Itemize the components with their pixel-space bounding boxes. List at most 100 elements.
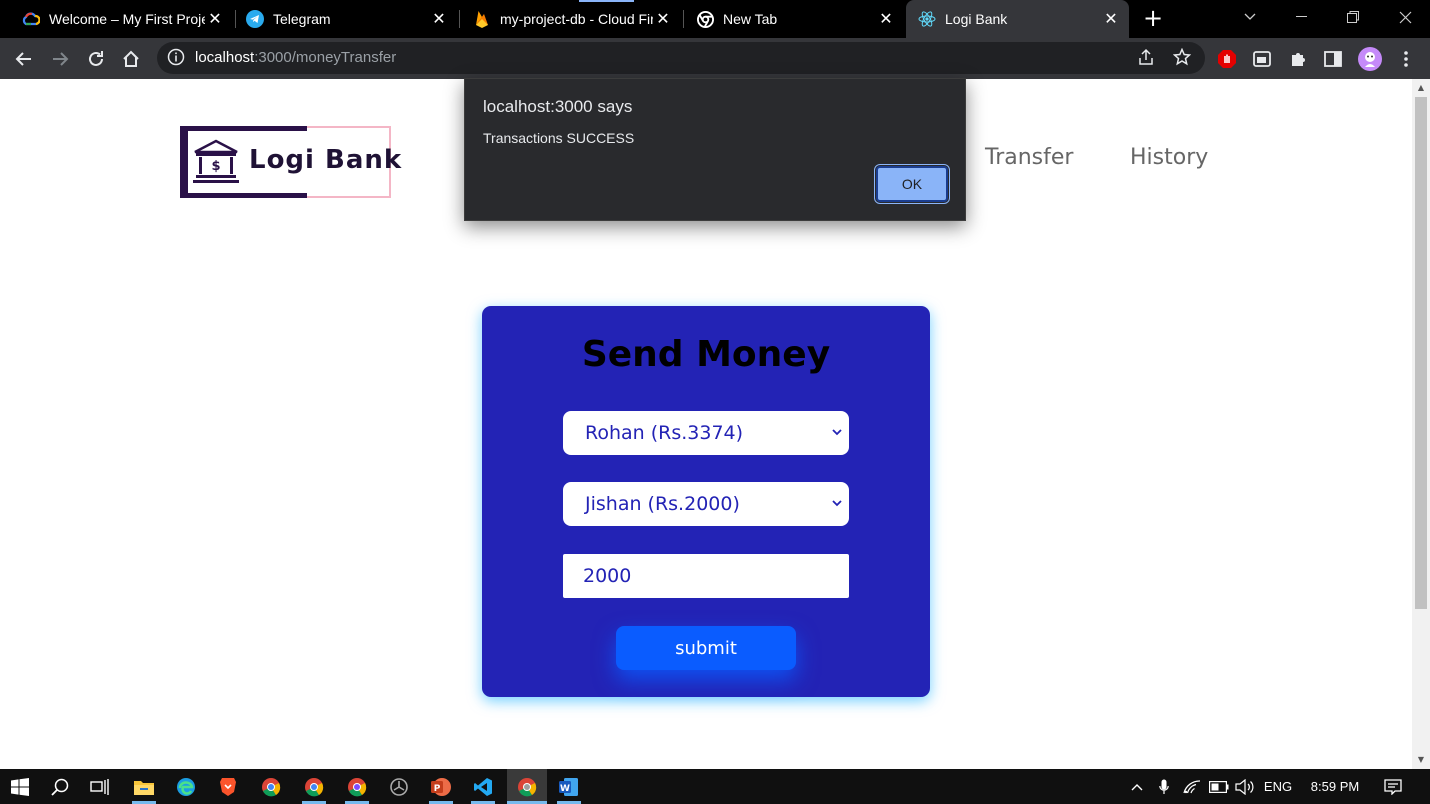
taskbar-powerpoint[interactable]: P [421, 769, 461, 804]
back-button[interactable] [11, 46, 37, 72]
amount-input[interactable]: 2000 [563, 554, 849, 598]
language-indicator[interactable]: ENG [1260, 769, 1296, 804]
extension-tab-button[interactable] [1249, 46, 1275, 72]
taskbar-chrome-active[interactable] [507, 769, 547, 804]
tab-new-tab[interactable]: New Tab ✕ [674, 0, 904, 38]
submit-button[interactable]: submit [616, 626, 796, 670]
clock[interactable]: 8:59 PM [1302, 769, 1368, 804]
bank-logo[interactable]: $ Logi Bank [180, 126, 401, 198]
reload-button[interactable] [83, 46, 109, 72]
close-icon[interactable]: ✕ [429, 9, 449, 29]
kebab-menu-icon [1404, 51, 1408, 67]
forward-button[interactable] [47, 46, 73, 72]
url-text: localhost:3000/moneyTransfer [195, 49, 396, 66]
show-hidden-icons-button[interactable] [1126, 769, 1148, 804]
taskbar-chrome-3[interactable] [337, 769, 377, 804]
logo-line [182, 126, 307, 131]
battery-button[interactable] [1207, 769, 1231, 804]
close-icon[interactable]: ✕ [205, 9, 225, 29]
scroll-down-arrow[interactable]: ▼ [1416, 755, 1426, 764]
google-cloud-icon [22, 10, 40, 28]
page-scrollbar[interactable]: ▲ ▼ [1412, 79, 1430, 769]
browser-toolbar: localhost:3000/moneyTransfer [0, 38, 1430, 79]
minimize-button[interactable] [1276, 0, 1326, 34]
logo-text: Logi Bank [249, 145, 403, 175]
bookmark-star-icon[interactable] [1172, 47, 1192, 70]
arrow-right-icon [53, 52, 69, 66]
taskbar-brave[interactable] [208, 769, 248, 804]
tab-title: New Tab [723, 11, 778, 27]
close-icon[interactable]: ✕ [653, 9, 673, 29]
info-icon[interactable] [167, 48, 185, 70]
chevron-up-icon [1131, 783, 1143, 790]
taskbar-edge[interactable] [166, 769, 206, 804]
tab-title: Logi Bank [945, 11, 1008, 27]
profile-button[interactable] [1357, 46, 1383, 72]
close-icon [1399, 11, 1411, 23]
extensions-button[interactable] [1285, 46, 1311, 72]
scroll-thumb[interactable] [1415, 97, 1427, 609]
reload-icon [89, 51, 103, 66]
microphone-icon [1159, 779, 1169, 794]
wifi-button[interactable] [1180, 769, 1204, 804]
home-icon [123, 50, 139, 67]
url-host: localhost [195, 49, 255, 66]
tab-logi-bank[interactable]: Logi Bank ✕ [906, 0, 1129, 38]
taskbar-file-explorer[interactable] [124, 769, 164, 804]
tab-search-button[interactable] [1225, 0, 1275, 34]
start-button[interactable] [0, 769, 40, 804]
task-view-button[interactable] [80, 769, 120, 804]
extension-adblock-button[interactable] [1214, 46, 1240, 72]
tab-firebase[interactable]: my-project-db - Cloud Fir ✕ [451, 0, 681, 38]
taskbar-app[interactable] [379, 769, 419, 804]
menu-button[interactable] [1393, 46, 1419, 72]
tab-title: my-project-db - Cloud Fir [500, 11, 653, 27]
nav-transfer-link[interactable]: Transfer [985, 145, 1073, 170]
tab-telegram[interactable]: Telegram ✕ [224, 0, 457, 38]
chevron-down-icon [832, 429, 842, 436]
tab-strip: Welcome – My First Proje ✕ Telegram ✕ my… [0, 0, 1430, 38]
chevron-down-icon [832, 500, 842, 507]
task-view-icon [90, 778, 109, 795]
close-icon[interactable]: ✕ [1101, 9, 1121, 29]
taskbar-vscode[interactable] [463, 769, 503, 804]
chrome-icon [518, 777, 537, 796]
chrome-icon [348, 777, 367, 796]
notifications-button[interactable] [1378, 769, 1408, 804]
address-bar[interactable]: localhost:3000/moneyTransfer [157, 42, 1205, 74]
sender-select[interactable]: Rohan (Rs.3374) [563, 411, 849, 455]
nav-history-link[interactable]: History [1130, 145, 1208, 170]
app-icon [390, 777, 408, 796]
dialog-message: Transactions SUCCESS [483, 130, 635, 146]
taskbar-chrome-1[interactable] [251, 769, 291, 804]
powerpoint-icon: P [431, 777, 451, 796]
microphone-button[interactable] [1153, 769, 1175, 804]
side-panel-icon [1324, 51, 1342, 67]
restore-button[interactable] [1328, 0, 1378, 34]
share-icon[interactable] [1137, 48, 1155, 70]
tab-welcome[interactable]: Welcome – My First Proje ✕ [0, 0, 233, 38]
word-icon: W [559, 777, 578, 796]
puzzle-icon [1292, 53, 1305, 66]
close-icon[interactable]: ✕ [876, 9, 896, 29]
home-button[interactable] [118, 46, 144, 72]
picture-in-picture-icon [1253, 51, 1271, 67]
restore-icon [1347, 11, 1359, 23]
ok-button[interactable]: OK [874, 164, 950, 204]
amount-value: 2000 [583, 565, 632, 587]
chrome-icon [696, 10, 714, 28]
search-button[interactable] [40, 769, 80, 804]
receiver-select[interactable]: Jishan (Rs.2000) [563, 482, 849, 526]
scroll-up-arrow[interactable]: ▲ [1416, 83, 1426, 92]
speaker-icon [1235, 778, 1254, 795]
new-tab-button[interactable]: + [1140, 6, 1166, 32]
send-money-card: Send Money Rohan (Rs.3374) Jishan (Rs.20… [482, 306, 930, 697]
taskbar-chrome-2[interactable] [294, 769, 334, 804]
side-panel-button[interactable] [1320, 46, 1346, 72]
svg-text:W: W [560, 784, 570, 794]
volume-button[interactable] [1233, 769, 1257, 804]
taskbar-word[interactable]: W [549, 769, 589, 804]
url-path: :3000/moneyTransfer [254, 49, 397, 66]
chevron-down-icon [1244, 13, 1256, 20]
close-window-button[interactable] [1380, 0, 1430, 34]
